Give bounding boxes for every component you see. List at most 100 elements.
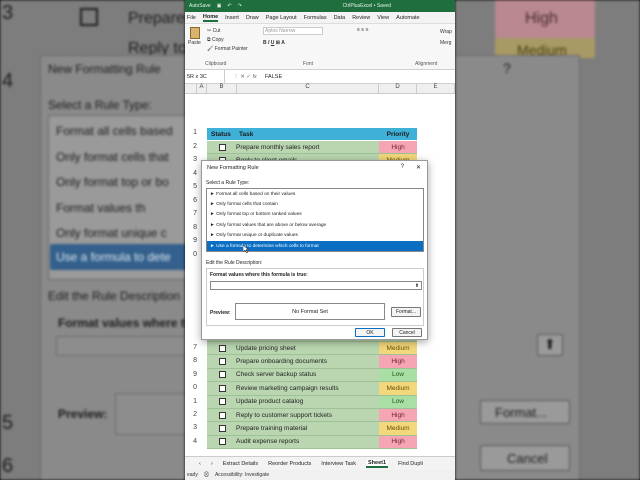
column-c[interactable]: C <box>237 84 379 93</box>
row-number[interactable]: 1 <box>185 398 197 405</box>
status-checkbox[interactable] <box>219 425 226 433</box>
priority-cell[interactable]: High <box>379 141 417 154</box>
task-cell[interactable]: Audit expense reports <box>236 438 379 445</box>
table-row[interactable]: Check server backup status Low <box>207 368 417 383</box>
row-number[interactable]: 0 <box>185 384 197 391</box>
tab-review[interactable]: Review <box>352 15 370 21</box>
task-cell[interactable]: Review marketing campaign results <box>236 385 379 392</box>
table-row[interactable]: Update pricing sheet Medium <box>207 342 417 356</box>
wrap-text-button[interactable]: Wrap <box>440 27 452 38</box>
paste-button[interactable]: Paste <box>188 27 201 46</box>
priority-cell[interactable]: Low <box>379 368 417 382</box>
row-number[interactable]: 4 <box>185 170 197 177</box>
rule-type-item[interactable]: ► Only format cells that contain <box>207 199 423 209</box>
row-number[interactable]: 5 <box>185 183 197 190</box>
font-name-select[interactable]: Aptos Narrow <box>263 27 323 35</box>
merge-button[interactable]: Merg <box>440 38 452 49</box>
select-all-corner[interactable] <box>185 84 197 93</box>
status-checkbox[interactable] <box>219 398 226 406</box>
priority-cell[interactable]: High <box>379 355 417 368</box>
sheet-tab[interactable]: Extract Details <box>223 461 258 467</box>
sheet-tab[interactable]: Reorder Products <box>268 461 311 467</box>
row-number[interactable]: 9 <box>185 371 197 378</box>
collapse-dialog-icon[interactable]: ⬆ <box>414 283 420 289</box>
priority-header[interactable]: Priority <box>379 131 417 138</box>
row-number[interactable]: 1 <box>185 129 197 136</box>
format-button[interactable]: Format... <box>391 307 421 317</box>
status-checkbox[interactable] <box>219 371 226 379</box>
task-cell[interactable]: Reply to customer support tickets <box>236 412 379 419</box>
status-checkbox[interactable] <box>219 143 226 151</box>
close-button[interactable]: ✕ <box>416 164 421 171</box>
redo-icon[interactable]: ↷ <box>238 3 242 9</box>
table-row[interactable]: Review marketing campaign results Medium <box>207 382 417 396</box>
priority-cell[interactable]: High <box>379 409 417 422</box>
task-cell[interactable]: Prepare monthly sales report <box>236 144 379 151</box>
column-b[interactable]: B <box>207 84 237 93</box>
priority-cell[interactable]: Medium <box>379 382 417 395</box>
rule-type-item[interactable]: ► Only format unique or duplicate values <box>207 231 423 241</box>
row-number[interactable]: 3 <box>185 424 197 431</box>
save-icon[interactable]: ▣ <box>217 3 222 9</box>
priority-cell[interactable]: High <box>379 435 417 449</box>
formula-input[interactable]: FALSE <box>265 74 282 80</box>
row-number[interactable]: 7 <box>185 210 197 217</box>
priority-cell[interactable]: Low <box>379 395 417 408</box>
status-checkbox[interactable] <box>219 358 226 366</box>
format-painter-button[interactable]: 🖌 Format Painter <box>207 45 248 54</box>
tab-file[interactable]: File <box>187 15 196 21</box>
tab-view[interactable]: View <box>377 15 389 21</box>
row-number[interactable]: 0 <box>185 251 197 258</box>
status-checkbox[interactable] <box>219 411 226 419</box>
table-row[interactable]: Prepare training material Medium <box>207 422 417 436</box>
alignment-buttons[interactable]: ≡ ≡ ≡ <box>357 27 369 33</box>
accessibility-status[interactable]: Accessibility: Investigate <box>215 472 269 478</box>
tab-page-layout[interactable]: Page Layout <box>266 15 297 21</box>
tab-formulas[interactable]: Formulas <box>304 15 327 21</box>
sheet-tab[interactable]: Find Dupli <box>398 461 423 467</box>
cut-button[interactable]: ✂ Cut <box>207 27 248 36</box>
cancel-button[interactable]: Cancel <box>392 328 422 337</box>
row-number[interactable]: 2 <box>185 143 197 150</box>
tab-home[interactable]: Home <box>202 14 219 22</box>
status-checkbox[interactable] <box>219 344 226 352</box>
row-number[interactable]: 4 <box>185 438 197 445</box>
row-number[interactable]: 8 <box>185 357 197 364</box>
status-checkbox[interactable] <box>219 384 226 392</box>
task-header[interactable]: Task <box>237 131 379 138</box>
table-row[interactable]: Audit expense reports High <box>207 435 417 450</box>
task-cell[interactable]: Update pricing sheet <box>236 345 379 352</box>
column-e[interactable]: E <box>417 84 455 93</box>
tab-automate[interactable]: Automate <box>396 15 420 21</box>
undo-icon[interactable]: ↶ <box>227 3 231 9</box>
row-number[interactable]: 8 <box>185 224 197 231</box>
rule-type-item[interactable]: ► Format all cells based on their values <box>207 189 423 199</box>
column-a[interactable]: A <box>197 84 207 93</box>
formula-rule-input[interactable]: ⬆ <box>210 281 422 290</box>
table-row[interactable]: Prepare onboarding documents High <box>207 355 417 369</box>
tab-insert[interactable]: Insert <box>225 15 239 21</box>
table-row[interactable]: Reply to customer support tickets High <box>207 409 417 423</box>
fx-icon[interactable]: ⋮ ✕ ✓ fx <box>225 74 265 80</box>
ok-button[interactable]: OK <box>355 328 385 337</box>
tab-data[interactable]: Data <box>334 15 346 21</box>
sheet-scroll-left-icon[interactable]: ‹ <box>199 461 201 467</box>
sheet-tab-active[interactable]: Sheet1 <box>366 459 389 468</box>
priority-cell[interactable]: Medium <box>379 422 417 435</box>
row-number[interactable]: 7 <box>185 344 197 351</box>
row-number[interactable]: 2 <box>185 411 197 418</box>
table-row[interactable]: Prepare monthly sales report High <box>207 141 417 155</box>
status-header[interactable]: Status <box>207 131 237 138</box>
sheet-scroll-right-icon[interactable]: › <box>211 461 213 467</box>
help-button[interactable]: ? <box>401 164 404 171</box>
task-cell[interactable]: Prepare training material <box>236 425 379 432</box>
tab-draw[interactable]: Draw <box>246 15 259 21</box>
row-number[interactable]: 3 <box>185 156 197 163</box>
task-cell[interactable]: Check server backup status <box>236 371 379 378</box>
row-number[interactable]: 6 <box>185 197 197 204</box>
row-number[interactable]: 9 <box>185 237 197 244</box>
priority-cell[interactable]: Medium <box>379 342 417 355</box>
sheet-tab[interactable]: Interview Task <box>321 461 356 467</box>
rule-type-item[interactable]: ► Only format top or bottom ranked value… <box>207 210 423 220</box>
rule-type-item[interactable]: ► Only format values that are above or b… <box>207 220 423 230</box>
